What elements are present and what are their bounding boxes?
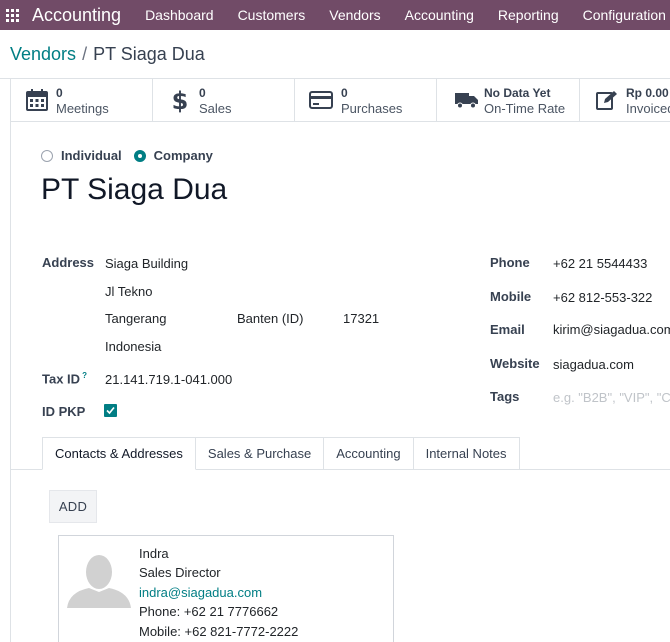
menu-accounting[interactable]: Accounting — [393, 7, 486, 23]
phone-label: Phone — [490, 255, 530, 270]
contact-card[interactable]: Indra Sales Director indra@siagadua.com … — [58, 535, 394, 642]
sales-label: Sales — [199, 101, 232, 116]
menu-configuration[interactable]: Configuration — [571, 7, 670, 23]
purchases-smart-button[interactable]: 0 Purchases — [295, 79, 437, 121]
meetings-label: Meetings — [56, 101, 109, 116]
website-label: Website — [490, 356, 540, 371]
individual-radio-label[interactable]: Individual — [61, 148, 122, 163]
contact-mobile: Mobile: +62 821-7772-2222 — [139, 624, 299, 639]
on-time-rate-label: On-Time Rate — [484, 101, 566, 116]
mobile-label: Mobile — [490, 289, 532, 304]
smart-buttons-row: 0 Meetings $ 0 Sales 0 Purchases No Data… — [11, 79, 670, 122]
dollar-icon: $ — [172, 87, 188, 113]
tab-sales-purchase[interactable]: Sales & Purchase — [195, 437, 325, 470]
notebook-tabs: Contacts & Addresses Sales & Purchase Ac… — [42, 437, 520, 470]
breadcrumb-separator: / — [82, 44, 88, 64]
email-field[interactable]: kirim@siagadua.com — [553, 322, 670, 337]
tab-contacts-addresses[interactable]: Contacts & Addresses — [42, 437, 196, 470]
purchases-count: 0 — [341, 86, 348, 100]
invoiced-smart-button[interactable]: Rp 0.00 Invoiced — [580, 79, 670, 121]
sheet-border — [10, 79, 11, 642]
email-label: Email — [490, 322, 525, 337]
zip-field[interactable]: 17321 — [343, 311, 379, 326]
address-label: Address — [42, 255, 95, 270]
invoiced-amount: Rp 0.00 — [626, 86, 669, 100]
meetings-smart-button[interactable]: 0 Meetings — [11, 79, 153, 121]
tab-internal-notes[interactable]: Internal Notes — [413, 437, 520, 470]
street-field[interactable]: Siaga Building — [105, 256, 188, 271]
id-pkp-label: ID PKP — [42, 404, 86, 419]
avatar-placeholder-icon — [67, 555, 131, 608]
website-field[interactable]: siagadua.com — [553, 357, 634, 372]
menu-vendors[interactable]: Vendors — [317, 7, 392, 23]
contact-name: Indra — [139, 546, 169, 561]
mobile-field[interactable]: +62 812-553-322 — [553, 290, 652, 305]
svg-text:$: $ — [172, 87, 188, 113]
sales-smart-button[interactable]: $ 0 Sales — [153, 79, 295, 121]
menu-reporting[interactable]: Reporting — [486, 7, 571, 23]
truck-icon — [455, 93, 478, 109]
calendar-icon — [26, 89, 48, 111]
state-field[interactable]: Banten (ID) — [237, 311, 303, 326]
phone-field[interactable]: +62 21 5544433 — [553, 256, 647, 271]
id-pkp-checkbox[interactable] — [104, 404, 117, 417]
individual-radio[interactable] — [41, 149, 53, 162]
sales-count: 0 — [199, 86, 206, 100]
credit-card-icon — [309, 91, 333, 109]
tab-accounting[interactable]: Accounting — [324, 437, 414, 470]
contact-title: Sales Director — [139, 565, 221, 580]
breadcrumb-current: PT Siaga Dua — [93, 44, 205, 64]
company-radio[interactable] — [133, 149, 146, 162]
city-field[interactable]: Tangerang — [105, 311, 166, 326]
contact-email-link[interactable]: indra@siagadua.com — [139, 585, 262, 600]
edit-icon — [596, 91, 617, 110]
country-field[interactable]: Indonesia — [105, 339, 161, 354]
on-time-rate-smart-button[interactable]: No Data Yet On-Time Rate — [437, 79, 580, 121]
menu-customers[interactable]: Customers — [226, 7, 318, 23]
tags-label: Tags — [490, 389, 520, 404]
apps-grid-icon[interactable] — [6, 8, 19, 22]
contact-phone: Phone: +62 21 7776662 — [139, 604, 279, 619]
tax-id-label-text: Tax ID — [42, 371, 81, 387]
menu-dashboard[interactable]: Dashboard — [133, 7, 226, 23]
meetings-count: 0 — [56, 86, 63, 100]
company-radio-label[interactable]: Company — [154, 148, 213, 163]
breadcrumb-vendors-link[interactable]: Vendors — [10, 44, 76, 64]
street2-field[interactable]: Jl Tekno — [105, 284, 152, 299]
company-type-radio-group: Individual Company — [41, 148, 225, 163]
breadcrumb: Vendors / PT Siaga Dua — [10, 44, 205, 65]
on-time-rate-value: No Data Yet — [484, 86, 551, 100]
app-name[interactable]: Accounting — [32, 5, 121, 26]
tax-id-field[interactable]: 21.141.719.1-041.000 — [105, 372, 232, 387]
top-navbar: Accounting Dashboard Customers Vendors A… — [0, 0, 670, 30]
add-contact-button[interactable]: ADD — [49, 490, 97, 523]
checkmark-icon — [106, 406, 115, 415]
tax-id-label: Tax ID? — [42, 371, 87, 386]
purchases-label: Purchases — [341, 101, 403, 116]
partner-name-field[interactable]: PT Siaga Dua — [41, 173, 227, 207]
invoiced-label: Invoiced — [626, 101, 670, 116]
tax-id-help-icon[interactable]: ? — [82, 371, 87, 380]
tags-input[interactable]: e.g. "B2B", "VIP", "Co — [553, 390, 670, 405]
